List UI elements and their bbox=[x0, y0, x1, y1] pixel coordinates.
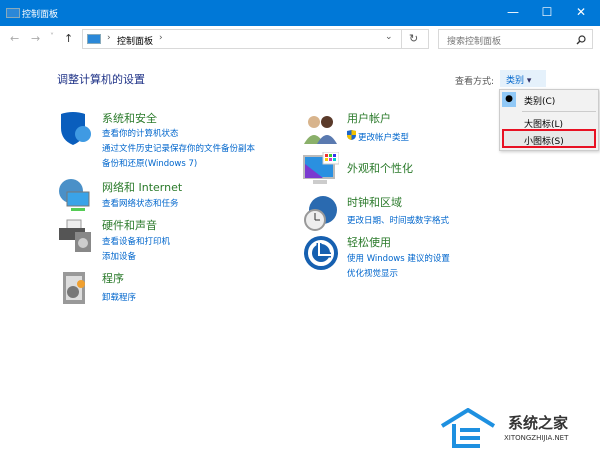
link-uninstall-program[interactable]: 卸载程序 bbox=[102, 291, 136, 303]
view-by-menu: ● 类别(C) 大图标(L) 小图标(S) bbox=[499, 89, 599, 151]
category-user-accounts[interactable]: 用户帐户 bbox=[347, 110, 391, 126]
maximize-button[interactable]: ☐ bbox=[532, 0, 562, 26]
menu-item-small-icons-highlight[interactable]: 小图标(S) bbox=[502, 129, 596, 148]
appearance-icon bbox=[303, 152, 339, 184]
control-panel-icon bbox=[6, 8, 20, 18]
network-globe-icon bbox=[59, 179, 90, 211]
category-appearance-personalization[interactable]: 外观和个性化 bbox=[347, 160, 413, 176]
programs-icon bbox=[63, 272, 85, 304]
category-clock-region[interactable]: 时钟和区域 bbox=[347, 194, 402, 210]
search-input[interactable]: 搜索控制面板 bbox=[438, 29, 593, 49]
clock-globe-icon bbox=[304, 196, 337, 231]
minimize-button[interactable]: — bbox=[498, 0, 528, 26]
category-hardware-sound[interactable]: 硬件和声音 bbox=[102, 217, 157, 233]
link-file-history[interactable]: 通过文件历史记录保存你的文件备份副本 bbox=[102, 142, 255, 154]
view-by-dropdown[interactable]: 类别 ▾ bbox=[500, 70, 546, 87]
address-bar[interactable]: › 控制面板 › ⌄ ↻ bbox=[82, 29, 429, 49]
menu-item-small-icons[interactable]: 小图标(S) bbox=[524, 134, 564, 147]
printer-speaker-icon bbox=[59, 219, 91, 252]
search-icon[interactable] bbox=[576, 35, 586, 45]
address-dropdown-button[interactable]: ⌄ bbox=[385, 32, 393, 42]
divider bbox=[401, 30, 402, 48]
watermark-house-logo bbox=[440, 408, 496, 448]
category-system-security[interactable]: 系统和安全 bbox=[102, 110, 157, 126]
ease-of-access-icon bbox=[304, 236, 338, 270]
category-network-internet[interactable]: 网络和 Internet bbox=[102, 179, 182, 195]
back-button[interactable]: ← bbox=[10, 32, 19, 45]
uac-shield-icon bbox=[347, 130, 356, 140]
menu-item-category[interactable]: 类别(C) bbox=[524, 94, 555, 107]
window-title: 控制面板 bbox=[22, 10, 59, 20]
refresh-button[interactable]: ↻ bbox=[409, 32, 418, 45]
link-optimize-visual-display[interactable]: 优化视觉显示 bbox=[347, 267, 398, 279]
recent-locations-button[interactable]: ˅ bbox=[50, 32, 54, 41]
link-change-date-time-format[interactable]: 更改日期、时间或数字格式 bbox=[347, 214, 449, 226]
link-add-device[interactable]: 添加设备 bbox=[102, 250, 136, 262]
chevron-down-icon: ▾ bbox=[526, 76, 532, 86]
page-title: 调整计算机的设置 bbox=[57, 73, 145, 86]
link-windows-suggested-settings[interactable]: 使用 Windows 建议的设置 bbox=[347, 252, 450, 264]
breadcrumb-separator[interactable]: › bbox=[159, 33, 163, 43]
control-panel-icon bbox=[87, 34, 101, 44]
breadcrumb-separator: › bbox=[107, 33, 111, 43]
title-bar: 控制面板 — ☐ ✕ bbox=[0, 0, 600, 26]
menu-separator bbox=[522, 111, 596, 112]
forward-button[interactable]: → bbox=[31, 32, 40, 45]
breadcrumb-control-panel[interactable]: 控制面板 bbox=[117, 34, 153, 47]
close-button[interactable]: ✕ bbox=[566, 0, 596, 26]
link-network-status[interactable]: 查看网络状态和任务 bbox=[102, 197, 179, 209]
watermark-name: 系统之家 bbox=[508, 414, 569, 432]
link-devices-printers[interactable]: 查看设备和打印机 bbox=[102, 235, 170, 247]
category-programs[interactable]: 程序 bbox=[102, 270, 124, 286]
up-button[interactable]: ↑ bbox=[64, 32, 73, 45]
selected-bullet-icon: ● bbox=[502, 92, 516, 107]
view-by-value: 类别 bbox=[506, 76, 525, 86]
link-backup-restore[interactable]: 备份和还原(Windows 7) bbox=[102, 157, 197, 169]
category-ease-of-access[interactable]: 轻松使用 bbox=[347, 234, 391, 250]
watermark-url: XITONGZHIJIA.NET bbox=[504, 434, 569, 442]
shield-icon bbox=[61, 112, 91, 145]
watermark: 系统之家 XITONGZHIJIA.NET bbox=[440, 400, 600, 454]
link-change-account-type[interactable]: 更改帐户类型 bbox=[358, 131, 409, 143]
user-accounts-icon bbox=[304, 116, 337, 144]
link-view-computer-status[interactable]: 查看你的计算机状态 bbox=[102, 127, 179, 139]
view-by-label: 查看方式: bbox=[455, 77, 495, 87]
search-placeholder: 搜索控制面板 bbox=[447, 37, 502, 47]
